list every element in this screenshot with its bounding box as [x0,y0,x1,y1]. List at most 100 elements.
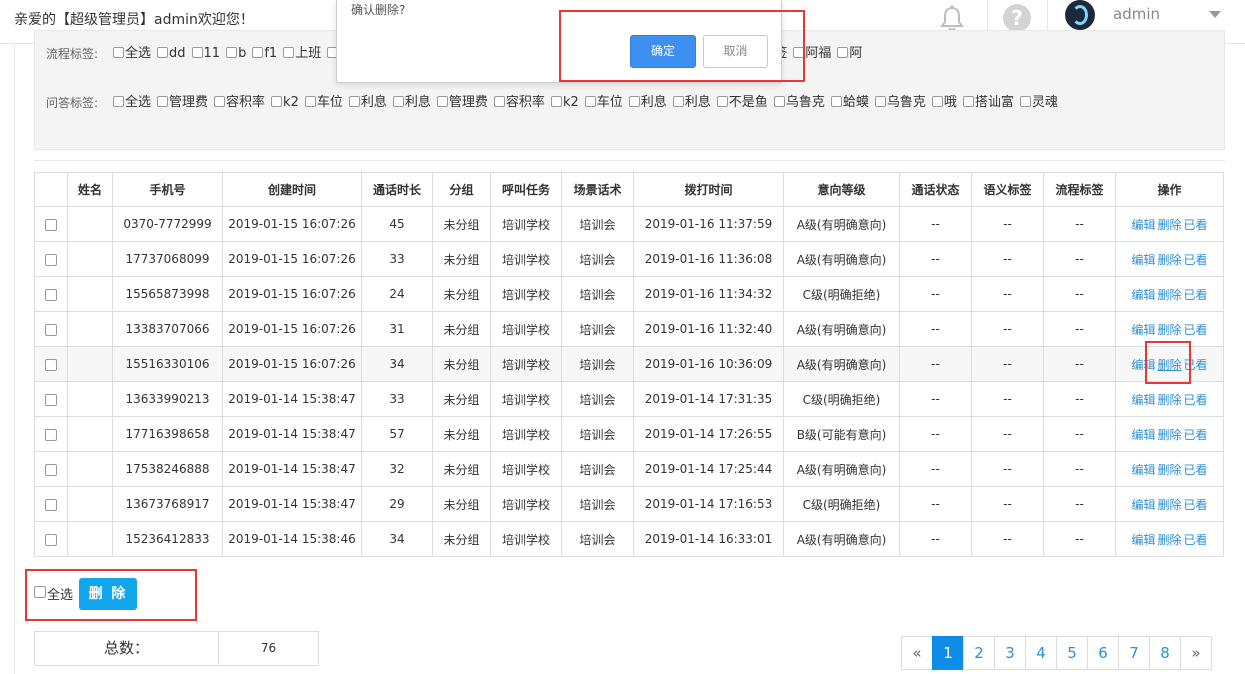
tag-option[interactable]: 哦 [931,92,957,114]
row-checkbox[interactable] [45,533,57,546]
tag-option[interactable]: 全选 [113,43,151,65]
row-checkbox[interactable] [45,463,57,476]
mark-read-link[interactable]: 已看 [1184,393,1208,407]
mark-read-link[interactable]: 已看 [1184,288,1208,302]
tag-checkbox[interactable] [214,96,226,107]
tag-option[interactable]: k2 [550,92,579,114]
row-checkbox[interactable] [45,428,57,441]
page-2-button[interactable]: 2 [963,636,995,670]
tag-option[interactable]: 不是鱼 [716,92,768,114]
help-icon[interactable]: ? [1003,4,1031,32]
bell-icon[interactable] [939,5,965,33]
tag-checkbox[interactable] [550,96,562,107]
tag-option[interactable]: 全选 [113,92,151,114]
page-5-button[interactable]: 5 [1056,636,1088,670]
mark-read-link[interactable]: 已看 [1184,533,1208,547]
tag-option[interactable]: 管理费 [436,92,488,114]
tag-checkbox[interactable] [392,96,404,107]
tag-checkbox[interactable] [157,96,169,107]
edit-link[interactable]: 编辑 [1131,498,1155,512]
tag-option[interactable]: dd [157,43,186,65]
page-7-button[interactable]: 7 [1118,636,1150,670]
tag-checkbox[interactable] [773,96,785,107]
tag-option[interactable]: 灵魂 [1019,92,1058,114]
tag-option[interactable]: 容积率 [214,92,265,114]
tag-option[interactable]: b [226,43,246,65]
tag-option[interactable]: 利息 [628,92,667,114]
tag-option[interactable]: 利息 [672,92,711,114]
tag-checkbox[interactable] [157,47,169,58]
mark-read-link[interactable]: 已看 [1184,463,1208,477]
next-page-button[interactable]: » [1180,636,1212,670]
mark-read-link[interactable]: 已看 [1184,428,1208,442]
tag-checkbox[interactable] [837,47,849,58]
tag-checkbox[interactable] [226,47,238,58]
tag-checkbox[interactable] [584,96,596,107]
delete-link[interactable]: 删除 [1157,533,1181,547]
edit-link[interactable]: 编辑 [1131,218,1155,232]
avatar[interactable] [1065,0,1095,30]
delete-link[interactable]: 删除 [1157,253,1181,267]
tag-checkbox[interactable] [628,96,640,107]
tag-checkbox[interactable] [304,96,316,107]
tag-option[interactable]: 车位 [584,92,623,114]
tag-checkbox[interactable] [348,96,360,107]
tag-option[interactable]: 容积率 [493,92,545,114]
mark-read-link[interactable]: 已看 [1184,253,1208,267]
row-checkbox[interactable] [45,323,57,336]
prev-page-button[interactable]: « [901,636,933,670]
row-checkbox[interactable] [45,288,57,301]
edit-link[interactable]: 编辑 [1131,323,1155,337]
edit-link[interactable]: 编辑 [1131,253,1155,267]
mark-read-link[interactable]: 已看 [1184,498,1208,512]
tag-option[interactable]: 乌鲁克 [773,92,825,114]
row-checkbox[interactable] [45,393,57,406]
tag-checkbox[interactable] [830,96,842,107]
delete-link[interactable]: 删除 [1157,393,1181,407]
tag-checkbox[interactable] [931,96,943,107]
user-name[interactable]: admin [1113,5,1160,23]
delete-link[interactable]: 删除 [1157,463,1181,477]
page-6-button[interactable]: 6 [1087,636,1119,670]
edit-link[interactable]: 编辑 [1131,428,1155,442]
delete-link[interactable]: 删除 [1157,498,1181,512]
tag-option[interactable]: 11 [191,43,220,65]
tag-checkbox[interactable] [113,96,124,107]
tag-checkbox[interactable] [252,47,264,58]
tag-option[interactable]: 车位 [304,92,343,114]
chevron-down-icon[interactable] [1209,11,1221,18]
tag-checkbox[interactable] [113,47,124,58]
delete-link[interactable]: 删除 [1157,428,1181,442]
page-1-button[interactable]: 1 [932,636,964,670]
tag-checkbox[interactable] [874,96,886,107]
row-checkbox[interactable] [45,218,57,231]
tag-checkbox[interactable] [191,47,203,58]
tag-option[interactable]: 搭讪富 [962,92,1014,114]
tag-checkbox[interactable] [283,47,295,58]
edit-link[interactable]: 编辑 [1131,533,1155,547]
tag-option[interactable]: 利息 [392,92,431,114]
tag-option[interactable]: f1 [252,43,277,65]
tag-option[interactable]: 蛤蟆 [830,92,869,114]
mark-read-link[interactable]: 已看 [1184,323,1208,337]
tag-checkbox[interactable] [672,96,684,107]
delete-link[interactable]: 删除 [1157,288,1181,302]
tag-checkbox[interactable] [1019,96,1031,107]
edit-link[interactable]: 编辑 [1131,288,1155,302]
delete-link[interactable]: 删除 [1157,323,1181,337]
row-checkbox[interactable] [45,498,57,511]
row-checkbox[interactable] [45,358,57,371]
tag-option[interactable]: 利息 [348,92,387,114]
tag-option[interactable]: 上班 [283,43,321,65]
tag-checkbox[interactable] [436,96,448,107]
row-checkbox[interactable] [45,253,57,266]
edit-link[interactable]: 编辑 [1131,463,1155,477]
tag-option[interactable]: 乌鲁克 [874,92,926,114]
page-3-button[interactable]: 3 [994,636,1026,670]
tag-option[interactable]: 管理费 [157,92,208,114]
mark-read-link[interactable]: 已看 [1184,218,1208,232]
page-4-button[interactable]: 4 [1025,636,1057,670]
tag-checkbox[interactable] [493,96,505,107]
page-8-button[interactable]: 8 [1149,636,1181,670]
tag-option[interactable]: 阿 [837,43,862,65]
